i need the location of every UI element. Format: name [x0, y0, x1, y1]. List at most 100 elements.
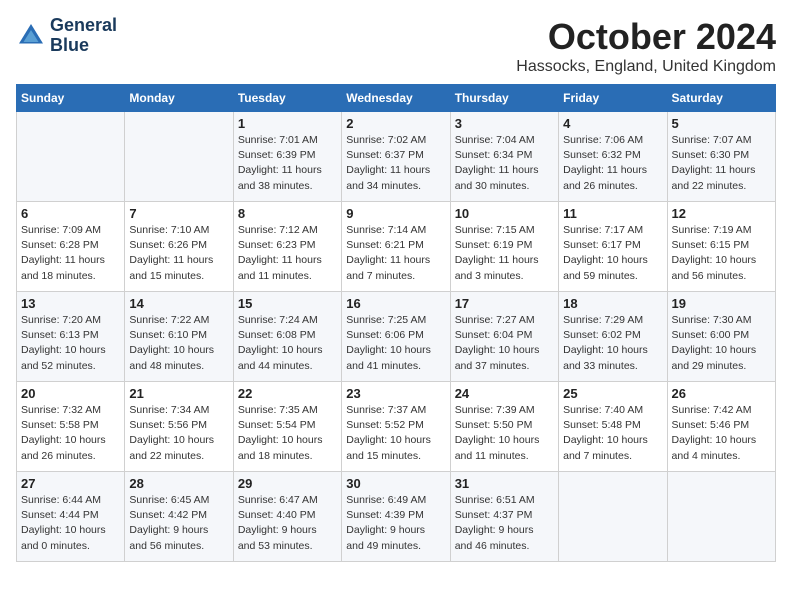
- day-info: Sunrise: 7:24 AM Sunset: 6:08 PM Dayligh…: [238, 313, 337, 374]
- day-number: 30: [346, 476, 445, 491]
- day-number: 27: [21, 476, 120, 491]
- col-sunday: Sunday: [17, 85, 125, 112]
- title-block: October 2024 Hassocks, England, United K…: [516, 16, 776, 76]
- day-info: Sunrise: 7:34 AM Sunset: 5:56 PM Dayligh…: [129, 403, 228, 464]
- day-number: 10: [455, 206, 554, 221]
- day-number: 5: [672, 116, 771, 131]
- col-monday: Monday: [125, 85, 233, 112]
- calendar-cell: 10 Sunrise: 7:15 AM Sunset: 6:19 PM Dayli…: [450, 202, 558, 292]
- day-info: Sunrise: 7:10 AM Sunset: 6:26 PM Dayligh…: [129, 223, 228, 284]
- day-info: Sunrise: 6:51 AM Sunset: 4:37 PM Dayligh…: [455, 493, 554, 554]
- logo-line2: Blue: [50, 36, 117, 56]
- day-number: 22: [238, 386, 337, 401]
- day-info: Sunrise: 7:32 AM Sunset: 5:58 PM Dayligh…: [21, 403, 120, 464]
- day-number: 13: [21, 296, 120, 311]
- logo-text: General Blue: [50, 16, 117, 56]
- calendar-cell: 29Sunrise: 6:47 AM Sunset: 4:40 PM Dayli…: [233, 472, 341, 562]
- calendar-cell: 14 Sunrise: 7:22 AM Sunset: 6:10 PM Dayli…: [125, 292, 233, 382]
- day-info: Sunrise: 7:25 AM Sunset: 6:06 PM Dayligh…: [346, 313, 445, 374]
- day-info: Sunrise: 7:37 AM Sunset: 5:52 PM Dayligh…: [346, 403, 445, 464]
- calendar-cell: 19 Sunrise: 7:30 AM Sunset: 6:00 PM Dayli…: [667, 292, 775, 382]
- logo-icon: [16, 21, 46, 51]
- calendar-cell: 25Sunrise: 7:40 AM Sunset: 5:48 PM Dayli…: [559, 382, 667, 472]
- day-info: Sunrise: 6:49 AM Sunset: 4:39 PM Dayligh…: [346, 493, 445, 554]
- calendar-cell: 26Sunrise: 7:42 AM Sunset: 5:46 PM Dayli…: [667, 382, 775, 472]
- day-info: Sunrise: 7:07 AM Sunset: 6:30 PM Dayligh…: [672, 133, 771, 194]
- day-info: Sunrise: 7:15 AM Sunset: 6:19 PM Dayligh…: [455, 223, 554, 284]
- calendar-cell: [125, 112, 233, 202]
- calendar-cell: 30 Sunrise: 6:49 AM Sunset: 4:39 PM Dayli…: [342, 472, 450, 562]
- day-info: Sunrise: 7:04 AM Sunset: 6:34 PM Dayligh…: [455, 133, 554, 194]
- calendar-cell: 21 Sunrise: 7:34 AM Sunset: 5:56 PM Dayli…: [125, 382, 233, 472]
- calendar-cell: 4Sunrise: 7:06 AM Sunset: 6:32 PM Daylig…: [559, 112, 667, 202]
- calendar-cell: 23 Sunrise: 7:37 AM Sunset: 5:52 PM Dayli…: [342, 382, 450, 472]
- day-info: Sunrise: 7:29 AM Sunset: 6:02 PM Dayligh…: [563, 313, 662, 374]
- day-number: 24: [455, 386, 554, 401]
- day-number: 31: [455, 476, 554, 491]
- day-number: 2: [346, 116, 445, 131]
- location: Hassocks, England, United Kingdom: [516, 58, 776, 76]
- day-number: 12: [672, 206, 771, 221]
- calendar-cell: 22Sunrise: 7:35 AM Sunset: 5:54 PM Dayli…: [233, 382, 341, 472]
- calendar-cell: 16Sunrise: 7:25 AM Sunset: 6:06 PM Dayli…: [342, 292, 450, 382]
- calendar-cell: 17Sunrise: 7:27 AM Sunset: 6:04 PM Dayli…: [450, 292, 558, 382]
- day-info: Sunrise: 7:12 AM Sunset: 6:23 PM Dayligh…: [238, 223, 337, 284]
- day-number: 8: [238, 206, 337, 221]
- calendar-cell: 3 Sunrise: 7:04 AM Sunset: 6:34 PM Daylig…: [450, 112, 558, 202]
- day-number: 6: [21, 206, 120, 221]
- calendar-cell: 20 Sunrise: 7:32 AM Sunset: 5:58 PM Dayli…: [17, 382, 125, 472]
- day-info: Sunrise: 7:14 AM Sunset: 6:21 PM Dayligh…: [346, 223, 445, 284]
- calendar-cell: [667, 472, 775, 562]
- month-title: October 2024: [516, 16, 776, 58]
- day-info: Sunrise: 7:39 AM Sunset: 5:50 PM Dayligh…: [455, 403, 554, 464]
- col-wednesday: Wednesday: [342, 85, 450, 112]
- calendar-header: Sunday Monday Tuesday Wednesday Thursday…: [17, 85, 776, 112]
- calendar-cell: 28 Sunrise: 6:45 AM Sunset: 4:42 PM Dayli…: [125, 472, 233, 562]
- day-info: Sunrise: 7:02 AM Sunset: 6:37 PM Dayligh…: [346, 133, 445, 194]
- calendar-week-3: 13 Sunrise: 7:20 AM Sunset: 6:13 PM Dayli…: [17, 292, 776, 382]
- day-info: Sunrise: 7:22 AM Sunset: 6:10 PM Dayligh…: [129, 313, 228, 374]
- day-info: Sunrise: 6:44 AM Sunset: 4:44 PM Dayligh…: [21, 493, 120, 554]
- day-info: Sunrise: 7:30 AM Sunset: 6:00 PM Dayligh…: [672, 313, 771, 374]
- day-info: Sunrise: 7:27 AM Sunset: 6:04 PM Dayligh…: [455, 313, 554, 374]
- day-info: Sunrise: 7:40 AM Sunset: 5:48 PM Dayligh…: [563, 403, 662, 464]
- day-number: 7: [129, 206, 228, 221]
- day-info: Sunrise: 7:19 AM Sunset: 6:15 PM Dayligh…: [672, 223, 771, 284]
- col-tuesday: Tuesday: [233, 85, 341, 112]
- col-saturday: Saturday: [667, 85, 775, 112]
- calendar-body: 1Sunrise: 7:01 AM Sunset: 6:39 PM Daylig…: [17, 112, 776, 562]
- page-header: General Blue October 2024 Hassocks, Engl…: [16, 16, 776, 76]
- logo-line1: General: [50, 16, 117, 36]
- logo: General Blue: [16, 16, 117, 56]
- calendar-week-1: 1Sunrise: 7:01 AM Sunset: 6:39 PM Daylig…: [17, 112, 776, 202]
- day-info: Sunrise: 7:20 AM Sunset: 6:13 PM Dayligh…: [21, 313, 120, 374]
- day-info: Sunrise: 7:09 AM Sunset: 6:28 PM Dayligh…: [21, 223, 120, 284]
- calendar-cell: 24 Sunrise: 7:39 AM Sunset: 5:50 PM Dayli…: [450, 382, 558, 472]
- day-number: 28: [129, 476, 228, 491]
- calendar-cell: 27 Sunrise: 6:44 AM Sunset: 4:44 PM Dayli…: [17, 472, 125, 562]
- calendar-cell: 1Sunrise: 7:01 AM Sunset: 6:39 PM Daylig…: [233, 112, 341, 202]
- calendar-cell: 11Sunrise: 7:17 AM Sunset: 6:17 PM Dayli…: [559, 202, 667, 292]
- day-number: 26: [672, 386, 771, 401]
- day-number: 14: [129, 296, 228, 311]
- calendar-cell: [559, 472, 667, 562]
- day-number: 3: [455, 116, 554, 131]
- calendar-week-5: 27 Sunrise: 6:44 AM Sunset: 4:44 PM Dayli…: [17, 472, 776, 562]
- col-thursday: Thursday: [450, 85, 558, 112]
- day-number: 18: [563, 296, 662, 311]
- header-row: Sunday Monday Tuesday Wednesday Thursday…: [17, 85, 776, 112]
- calendar-cell: 15Sunrise: 7:24 AM Sunset: 6:08 PM Dayli…: [233, 292, 341, 382]
- day-number: 4: [563, 116, 662, 131]
- calendar-cell: 2 Sunrise: 7:02 AM Sunset: 6:37 PM Daylig…: [342, 112, 450, 202]
- calendar-cell: 18 Sunrise: 7:29 AM Sunset: 6:02 PM Dayli…: [559, 292, 667, 382]
- day-info: Sunrise: 7:01 AM Sunset: 6:39 PM Dayligh…: [238, 133, 337, 194]
- day-info: Sunrise: 6:45 AM Sunset: 4:42 PM Dayligh…: [129, 493, 228, 554]
- day-number: 23: [346, 386, 445, 401]
- day-number: 19: [672, 296, 771, 311]
- day-info: Sunrise: 6:47 AM Sunset: 4:40 PM Dayligh…: [238, 493, 337, 554]
- day-number: 21: [129, 386, 228, 401]
- day-number: 20: [21, 386, 120, 401]
- day-number: 9: [346, 206, 445, 221]
- calendar-cell: 31 Sunrise: 6:51 AM Sunset: 4:37 PM Dayli…: [450, 472, 558, 562]
- calendar-week-2: 6 Sunrise: 7:09 AM Sunset: 6:28 PM Daylig…: [17, 202, 776, 292]
